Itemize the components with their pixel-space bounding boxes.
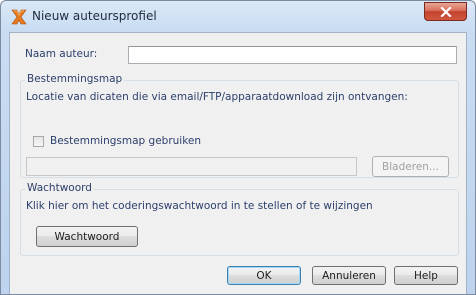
author-name-label: Naam auteur: <box>25 48 98 60</box>
app-logo-icon <box>11 9 27 25</box>
window-title: Nieuw auteursprofiel <box>32 9 157 23</box>
author-name-input[interactable] <box>128 46 457 64</box>
close-button[interactable] <box>424 2 467 21</box>
password-description: Klik hier om het coderingswachtwoord in … <box>26 200 373 212</box>
title-bar[interactable]: Nieuw auteursprofiel <box>1 1 475 31</box>
password-group: Wachtwoord Klik hier om het coderingswac… <box>20 182 459 256</box>
help-button[interactable]: Help <box>394 266 458 285</box>
ok-button[interactable]: OK <box>227 266 301 285</box>
cancel-button[interactable]: Annuleren <box>312 266 386 285</box>
password-button[interactable]: Wachtwoord <box>36 226 138 247</box>
destination-path-input[interactable] <box>26 157 357 176</box>
close-icon <box>439 6 452 17</box>
password-group-title: Wachtwoord <box>25 182 94 194</box>
destination-group: Bestemmingsmap Locatie van dicaten die v… <box>20 73 459 178</box>
browse-button[interactable]: Bladeren... <box>372 156 449 177</box>
dialog-window: Nieuw auteursprofiel Naam auteur: Bestem… <box>0 0 476 295</box>
dialog-body: Naam auteur: Bestemmingsmap Locatie van … <box>9 32 467 294</box>
use-destination-checkbox[interactable] <box>33 136 44 147</box>
destination-group-title: Bestemmingsmap <box>25 73 125 85</box>
use-destination-label[interactable]: Bestemmingsmap gebruiken <box>50 135 201 147</box>
destination-description: Locatie van dicaten die via email/FTP/ap… <box>26 91 408 103</box>
